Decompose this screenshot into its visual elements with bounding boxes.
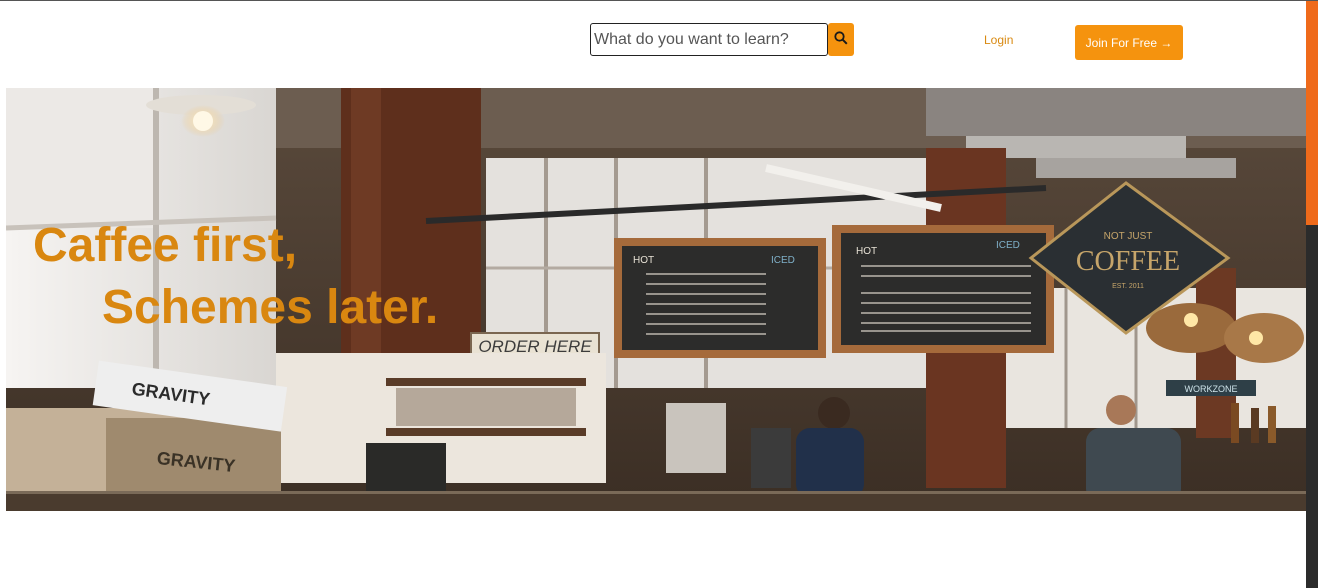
page: Login Join For Free → bbox=[0, 0, 1318, 588]
hero-headline-line1: Caffee first, bbox=[33, 219, 298, 272]
hero-headline-line2: Schemes later. bbox=[102, 281, 439, 334]
menu-right-iced: ICED bbox=[996, 240, 1020, 251]
hero-banner: HOT ICED HOT ICED NOT JUST COFFEE EST. 2… bbox=[6, 88, 1306, 511]
menu-left-hot: HOT bbox=[633, 255, 654, 266]
menu-left-iced: ICED bbox=[771, 255, 795, 266]
header: Login Join For Free → bbox=[0, 1, 1306, 87]
sign-est: EST. 2011 bbox=[1112, 283, 1144, 290]
sign-not-just: NOT JUST bbox=[1104, 231, 1153, 242]
search-input[interactable] bbox=[590, 23, 828, 56]
menu-right-hot: HOT bbox=[856, 246, 877, 257]
search-button[interactable] bbox=[828, 23, 854, 56]
search-icon bbox=[834, 31, 848, 48]
sign-coffee: COFFEE bbox=[1076, 246, 1180, 277]
join-for-free-button[interactable]: Join For Free → bbox=[1075, 25, 1183, 60]
login-link[interactable]: Login bbox=[984, 33, 1013, 47]
scrollbar-thumb[interactable] bbox=[1306, 1, 1318, 225]
sign-workzone: WORKZONE bbox=[1185, 384, 1238, 394]
page-scrollbar[interactable] bbox=[1306, 1, 1318, 588]
